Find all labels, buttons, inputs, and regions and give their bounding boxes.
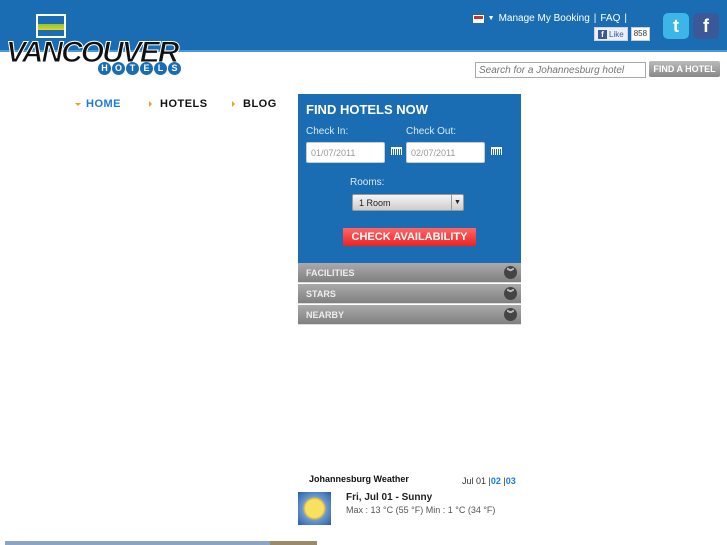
logo-flag-icon <box>36 14 66 38</box>
check-out-field[interactable]: 02/07/2011 <box>406 142 485 163</box>
weather-day: Fri, Jul 01 - Sunny <box>346 492 433 503</box>
nav-blog[interactable]: BLOG <box>232 98 277 110</box>
accordion-stars[interactable]: STARS ︾ <box>298 284 521 304</box>
calendar-icon[interactable] <box>491 147 502 155</box>
site-logo[interactable]: VANCOUVER HOTELS <box>5 14 196 78</box>
sunny-weather-icon <box>298 492 331 525</box>
caret-right-icon <box>149 101 155 107</box>
hotel-search-input[interactable] <box>475 62 646 78</box>
caret-right-icon <box>232 101 238 107</box>
faq-link[interactable]: FAQ <box>600 13 620 24</box>
rooms-label: Rooms: <box>350 177 385 188</box>
check-in-label: Check In: <box>306 126 349 137</box>
logo-hotels: HOTELS <box>98 62 181 75</box>
check-availability-button[interactable]: CHECK AVAILABILITY <box>343 228 476 246</box>
caret-down-icon <box>75 102 81 109</box>
like-button[interactable]: f Like <box>594 27 628 41</box>
chevron-down-icon: ︾ <box>504 287 517 300</box>
facebook-page-icon[interactable]: f <box>693 13 719 39</box>
weather-day-link[interactable]: 02 <box>491 476 501 486</box>
nav-hotels[interactable]: HOTELS <box>149 98 208 110</box>
panel-title: FIND HOTELS NOW <box>306 102 429 117</box>
check-out-label: Check Out: <box>406 126 457 137</box>
chevron-down-icon: ︾ <box>504 308 517 321</box>
rooms-select[interactable]: 1 Room ▼ <box>352 194 464 211</box>
calendar-icon[interactable] <box>391 147 402 155</box>
manage-booking-link[interactable]: Manage My Booking <box>499 13 590 24</box>
nav-home[interactable]: HOME <box>75 98 121 110</box>
weather-days: Jul 01 |02 |03 <box>462 476 516 486</box>
find-hotels-panel: FIND HOTELS NOW Check In: Check Out: 01/… <box>298 94 521 263</box>
accordion-facilities[interactable]: FACILITIES ︾ <box>298 263 521 283</box>
hotel-photo[interactable] <box>5 541 317 545</box>
find-hotel-button[interactable]: FIND A HOTEL <box>649 61 720 77</box>
weather-title: Johannesburg Weather <box>309 474 409 484</box>
language-dropdown-icon[interactable]: ▼ <box>488 15 495 22</box>
chevron-down-icon: ︾ <box>504 266 517 279</box>
like-count: 858 <box>630 27 651 41</box>
facebook-icon: f <box>598 29 607 39</box>
check-in-field[interactable]: 01/07/2011 <box>306 142 385 163</box>
accordion-nearby[interactable]: NEARBY ︾ <box>298 305 521 325</box>
top-links: ▼ Manage My Booking | FAQ | <box>472 13 627 24</box>
weather-day-link[interactable]: 03 <box>506 476 516 486</box>
facebook-like: f Like 858 <box>594 27 651 41</box>
weather-temps: Max : 13 °C (55 °F) Min : 1 °C (34 °F) <box>346 505 496 515</box>
language-flag-icon[interactable] <box>472 14 484 23</box>
twitter-icon[interactable]: t <box>663 13 689 39</box>
dropdown-arrow-icon: ▼ <box>451 195 463 210</box>
